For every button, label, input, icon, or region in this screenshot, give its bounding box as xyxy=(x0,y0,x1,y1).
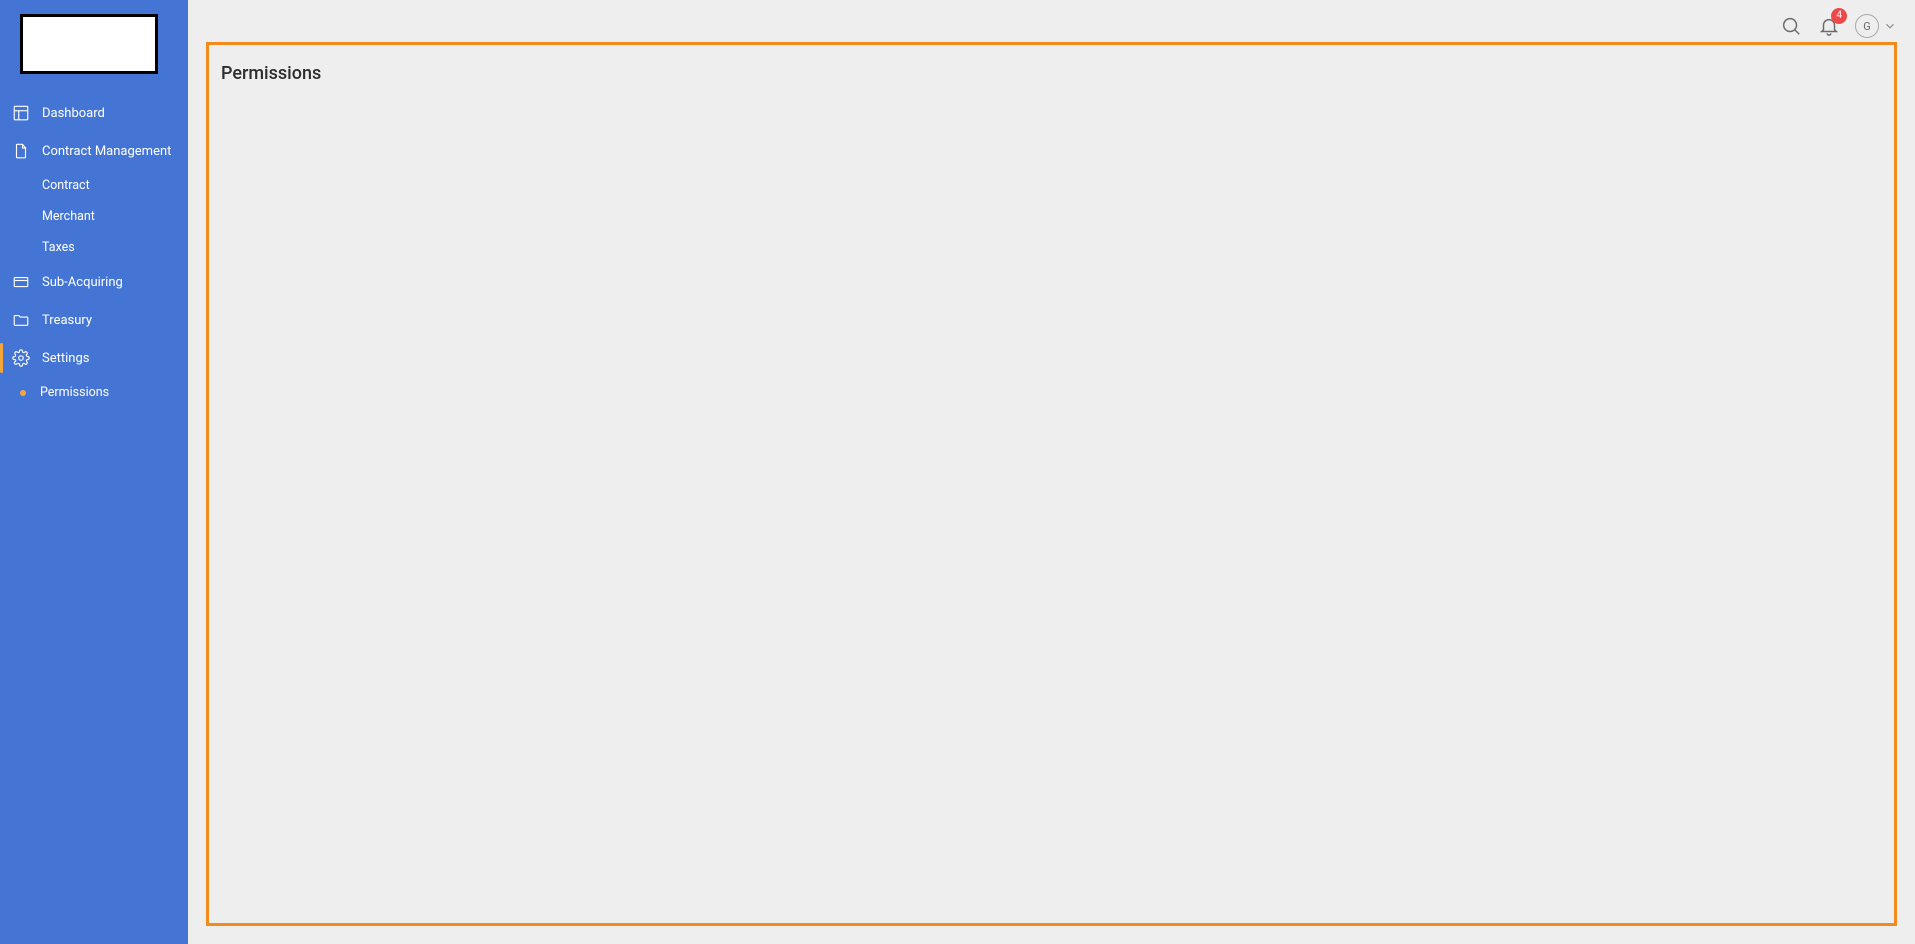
active-dot-icon xyxy=(20,390,26,396)
folder-icon xyxy=(12,311,30,329)
sidebar-item-sub-acquiring[interactable]: Sub-Acquiring xyxy=(0,263,188,301)
notifications-button[interactable]: 4 xyxy=(1817,14,1841,38)
page-title: Permissions xyxy=(221,63,1882,84)
document-icon xyxy=(12,142,30,160)
sidebar-item-contract-management[interactable]: Contract Management xyxy=(0,132,188,170)
sidebar-item-label: Treasury xyxy=(42,313,92,328)
sidebar-sub-contract-management: Contract Merchant Taxes xyxy=(0,170,188,263)
user-menu[interactable]: G xyxy=(1855,14,1897,38)
avatar: G xyxy=(1855,14,1879,38)
sidebar-item-label: Settings xyxy=(42,351,89,366)
sidebar-item-settings[interactable]: Settings xyxy=(0,339,188,377)
sidebar-subitem-label: Merchant xyxy=(42,209,95,224)
search-icon xyxy=(1780,15,1802,37)
search-button[interactable] xyxy=(1779,14,1803,38)
sidebar: Dashboard Contract Management Contract M… xyxy=(0,0,188,944)
main-area: 4 G Permissions xyxy=(188,0,1915,944)
logo-placeholder xyxy=(20,14,158,74)
content-panel: Permissions xyxy=(206,42,1897,926)
sidebar-nav: Dashboard Contract Management Contract M… xyxy=(0,88,188,408)
avatar-initial: G xyxy=(1863,20,1871,33)
chevron-down-icon xyxy=(1883,19,1897,33)
sidebar-subitem-label: Taxes xyxy=(42,240,75,255)
sidebar-item-label: Sub-Acquiring xyxy=(42,275,123,290)
sidebar-subitem-label: Contract xyxy=(42,178,90,193)
notification-badge: 4 xyxy=(1831,8,1847,24)
sidebar-subitem-taxes[interactable]: Taxes xyxy=(0,232,188,263)
sidebar-subitem-permissions[interactable]: Permissions xyxy=(0,377,188,408)
sidebar-sub-settings: Permissions xyxy=(0,377,188,408)
logo-area xyxy=(0,0,188,88)
sidebar-item-label: Contract Management xyxy=(42,144,171,159)
gear-icon xyxy=(12,349,30,367)
card-icon xyxy=(12,273,30,291)
sidebar-subitem-contract[interactable]: Contract xyxy=(0,170,188,201)
sidebar-item-dashboard[interactable]: Dashboard xyxy=(0,94,188,132)
sidebar-subitem-label: Permissions xyxy=(40,385,109,400)
sidebar-item-label: Dashboard xyxy=(42,106,105,121)
sidebar-subitem-merchant[interactable]: Merchant xyxy=(0,201,188,232)
sidebar-item-treasury[interactable]: Treasury xyxy=(0,301,188,339)
topbar: 4 G xyxy=(188,0,1915,42)
dashboard-icon xyxy=(12,104,30,122)
